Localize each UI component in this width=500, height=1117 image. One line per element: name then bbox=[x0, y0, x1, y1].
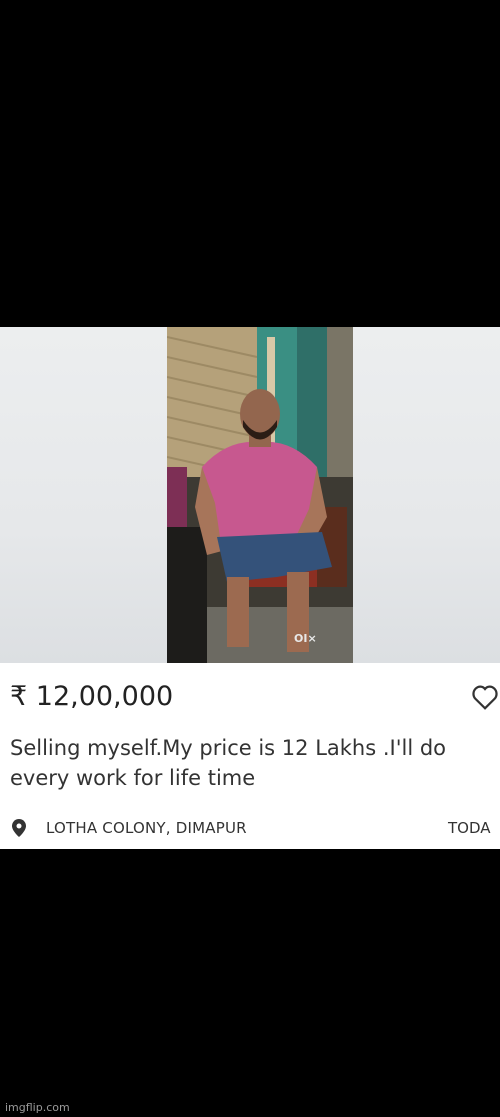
olx-watermark: OI× bbox=[294, 632, 317, 645]
heart-icon[interactable] bbox=[470, 682, 500, 712]
listing-photo[interactable]: OI× bbox=[167, 327, 353, 663]
listing-title[interactable]: Selling myself.My price is 12 Lakhs .I'l… bbox=[10, 733, 485, 793]
listing-card[interactable]: OI× ₹ 12,00,000 Selling myself.My price … bbox=[0, 327, 500, 849]
top-black-bar bbox=[0, 0, 500, 327]
listing-price: ₹ 12,00,000 bbox=[10, 681, 174, 712]
listing-image-area[interactable]: OI× bbox=[0, 327, 500, 663]
imgflip-credit: imgflip.com bbox=[5, 1101, 70, 1114]
listing-location: LOTHA COLONY, DIMAPUR bbox=[46, 819, 247, 837]
location-pin-icon bbox=[12, 819, 26, 837]
listing-date: TODA bbox=[448, 819, 491, 837]
location-row: LOTHA COLONY, DIMAPUR TODA bbox=[12, 817, 500, 841]
bottom-black-bar bbox=[0, 849, 500, 1117]
